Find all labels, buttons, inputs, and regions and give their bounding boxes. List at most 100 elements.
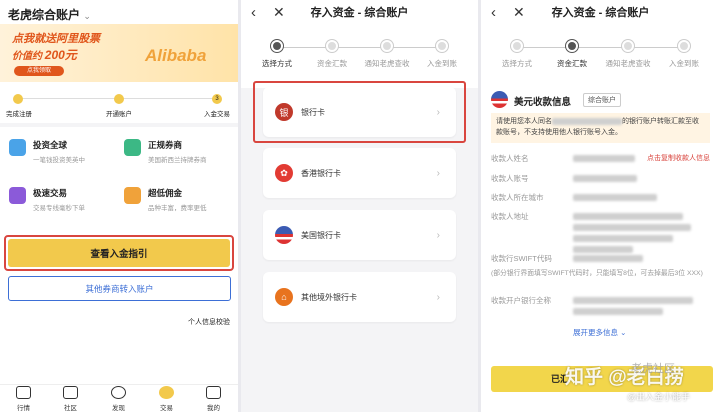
hong-kong-flag-icon: ✿	[275, 164, 293, 182]
banner-prefix: 价值约	[12, 51, 42, 62]
feature-sub: 品种丰富，费率更低	[148, 205, 207, 212]
field-label: 收款开户银行全称	[491, 296, 551, 305]
step-remit: 资金汇款	[302, 40, 362, 69]
us-flag-icon	[491, 91, 508, 108]
feature-fee: 超低佣金品种丰富，费率更低	[124, 187, 207, 212]
chevron-right-icon: ›	[436, 291, 440, 303]
step1-label: 完成注册	[6, 111, 32, 118]
step-choose: 选择方式	[487, 40, 547, 69]
us-flag-icon	[275, 226, 293, 244]
step-label: 入金到账	[427, 59, 457, 68]
tab-market[interactable]: 行情	[0, 386, 47, 412]
globe-icon	[9, 139, 26, 156]
field-label: 收款人账号	[491, 174, 529, 183]
step-remit: 资金汇款	[542, 40, 602, 69]
bank-card-option[interactable]: 银银行卡 ›	[263, 87, 456, 137]
card-label: 美国银行卡	[301, 230, 341, 240]
feature-fast: 极速交易 交易专线毫秒下单	[9, 187, 85, 212]
field-city: 收款人所在城市	[491, 192, 710, 203]
step2-label: 开通账户	[106, 111, 132, 118]
account-title[interactable]: 老虎综合账户 ⌄	[8, 6, 91, 23]
field-swift: 收款行SWIFT代码	[491, 253, 710, 264]
banner-line1: 点我就送阿里股票	[12, 33, 100, 45]
notice-text: 请使用您本人同名	[496, 118, 552, 125]
step-notify: 通知老虎查收	[357, 40, 417, 69]
banner-claim-button[interactable]: 点我领取	[14, 66, 64, 76]
progress-steps: 选择方式 资金汇款 通知老虎查收 入金到账	[241, 24, 478, 88]
user-icon	[206, 386, 221, 399]
step-label: 资金汇款	[557, 59, 587, 68]
deposit-guide-button[interactable]: 查看入金指引	[8, 239, 230, 267]
feature-sub: 交易专线毫秒下单	[33, 205, 85, 212]
close-icon[interactable]: ✕	[513, 4, 525, 21]
field-account: 收款人账号	[491, 173, 710, 184]
step-choose: 选择方式	[247, 40, 307, 69]
step-arrive: 入金到账	[412, 40, 472, 69]
promo-banner[interactable]: 点我就送阿里股票 价值约 200元 点我领取 Alibaba	[0, 24, 238, 82]
tab-trade[interactable]: 交易	[143, 386, 190, 412]
step-arrive: 入金到账	[654, 40, 714, 69]
lightning-icon	[9, 187, 26, 204]
tab-bar: 行情 社区 发现 交易 我的	[0, 384, 238, 412]
account-panel: 老虎综合账户 ⌄ 点我就送阿里股票 价值约 200元 点我领取 Alibaba …	[0, 0, 238, 412]
back-icon[interactable]: ‹	[251, 4, 256, 21]
account-title-text: 老虎综合账户	[8, 8, 81, 22]
tab-me[interactable]: 我的	[190, 386, 237, 412]
expand-label: 展开更多信息	[573, 328, 618, 337]
swift-note: (部分银行界面填写SWIFT代码时，只能填写8位，可去掉最后3位 XXX)	[491, 270, 703, 277]
close-icon[interactable]: ✕	[273, 4, 285, 21]
field-value	[573, 175, 637, 182]
copy-info-link[interactable]: 点击复制收款人信息	[647, 153, 710, 163]
unionpay-icon: 银	[275, 103, 293, 121]
chat-icon	[63, 386, 78, 399]
field-address: 收款人地址	[491, 211, 710, 253]
field-value	[573, 155, 635, 162]
card-label: 银行卡	[301, 107, 325, 117]
field-label: 收款人所在城市	[491, 193, 544, 202]
hk-bank-card-option[interactable]: ✿ 香港银行卡 ›	[263, 148, 456, 198]
field-label: 收款行SWIFT代码	[491, 254, 552, 263]
chart-icon	[124, 187, 141, 204]
step-label: 选择方式	[502, 59, 532, 68]
back-icon[interactable]: ‹	[491, 4, 496, 21]
nav-bar: ‹ ✕ 存入资金 - 综合账户	[241, 0, 478, 24]
banner-line2: 价值约 200元	[12, 46, 77, 63]
step-label: 通知老虎查收	[364, 59, 410, 68]
banner-amount: 200元	[44, 48, 77, 62]
notice-box: 请使用您本人同名 的银行账户转账汇款至收款账号，不支持使用他人银行账号入金。	[491, 113, 710, 143]
info-verify-link[interactable]: 个人信息校验	[188, 317, 230, 327]
feature-global: 投资全球 一笔钱投资美英中	[9, 139, 85, 164]
other-bank-card-option[interactable]: ⌂ 其他境外银行卡 ›	[263, 272, 456, 322]
field-label: 收款人地址	[491, 212, 529, 221]
step-check-icon	[13, 94, 23, 104]
us-bank-card-option[interactable]: 美国银行卡 ›	[263, 210, 456, 260]
bank-building-icon: ⌂	[275, 288, 293, 306]
section-title: 美元收款信息	[514, 97, 572, 108]
step-check-icon	[114, 94, 124, 104]
progress-steps: 选择方式 资金汇款 通知老虎查收 入金到账	[481, 40, 720, 84]
feature-regulated: 正规券商 美国新西兰持牌券商	[124, 139, 207, 164]
field-name: 收款人姓名 点击复制收款人信息	[491, 153, 710, 164]
chevron-right-icon: ›	[436, 167, 440, 179]
tab-label: 社区	[64, 405, 77, 412]
tab-discover[interactable]: 发现	[95, 386, 142, 412]
chevron-right-icon: ›	[436, 229, 440, 241]
feature-sub: 美国新西兰持牌券商	[148, 157, 207, 164]
tab-label: 行情	[17, 405, 30, 412]
feature-title: 超低佣金	[148, 188, 183, 198]
transfer-in-button[interactable]: 其他券商转入账户	[8, 276, 231, 301]
step-label: 通知老虎查收	[605, 59, 651, 68]
expand-more-link[interactable]: 展开更多信息 ⌄	[573, 327, 626, 338]
alibaba-logo: Alibaba	[145, 46, 207, 65]
field-value	[573, 255, 643, 262]
highlight-frame: 查看入金指引	[4, 235, 234, 271]
step-label: 入金到账	[669, 59, 699, 68]
tab-label: 交易	[160, 405, 173, 412]
feature-title: 投资全球	[33, 140, 68, 150]
deposit-method-panel: ‹ ✕ 存入资金 - 综合账户 选择方式 资金汇款 通知老虎查收 入金到账 银银行卡…	[241, 0, 478, 412]
step3-number: 3	[212, 94, 222, 104]
trade-icon	[159, 386, 174, 399]
tab-label: 发现	[112, 405, 125, 412]
tab-community[interactable]: 社区	[47, 386, 94, 412]
field-label: 收款人姓名	[491, 154, 529, 163]
